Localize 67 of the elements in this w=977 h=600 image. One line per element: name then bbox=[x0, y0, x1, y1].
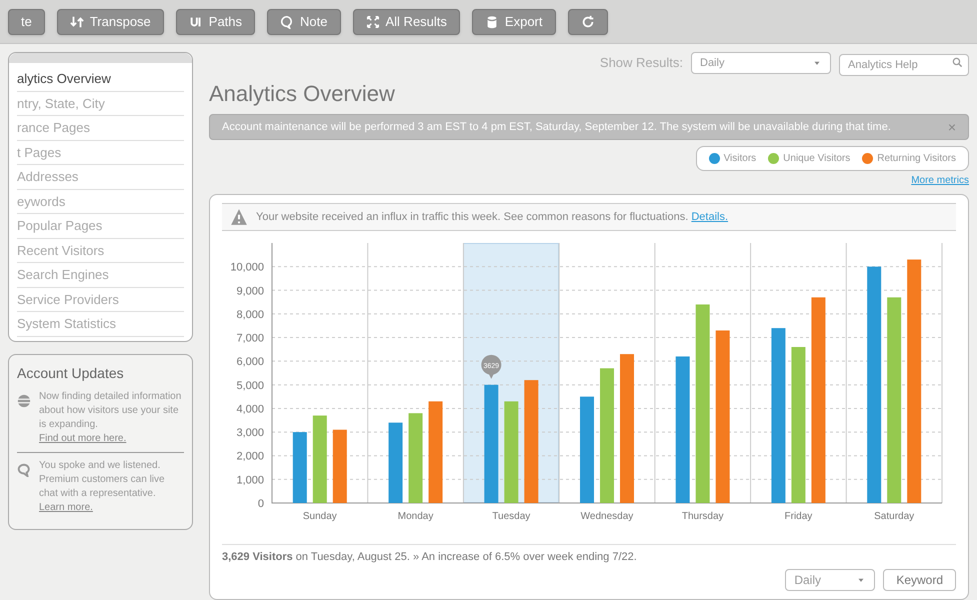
y-tick-label: 3,000 bbox=[236, 427, 264, 440]
period-dropdown[interactable]: Daily bbox=[785, 569, 876, 591]
sidebar-item[interactable]: alytics Overview bbox=[17, 67, 184, 92]
toolbar-button[interactable]: Paths bbox=[176, 8, 256, 34]
toolbar-button[interactable]: All Results bbox=[352, 8, 460, 34]
show-results-label: Show Results: bbox=[600, 54, 683, 72]
help-search-field[interactable]: Analytics Help bbox=[839, 54, 969, 76]
page-title: Analytics Overview bbox=[209, 80, 396, 108]
update-link[interactable]: Learn more. bbox=[39, 502, 93, 512]
y-tick-label: 5,000 bbox=[236, 380, 264, 392]
x-axis-label: Tuesday bbox=[492, 511, 530, 522]
speech-bubble-icon bbox=[280, 14, 294, 28]
legend-label: Unique Visitors bbox=[783, 152, 850, 166]
sidebar-item[interactable]: eywords bbox=[17, 190, 184, 214]
close-button[interactable]: × bbox=[948, 120, 956, 134]
y-tick-label: 7,000 bbox=[236, 332, 264, 345]
toolbar-button[interactable]: te bbox=[8, 8, 45, 34]
arrows-icon bbox=[70, 14, 84, 28]
sidebar-item[interactable]: Search Engines bbox=[17, 263, 184, 288]
sidebar-item[interactable]: Service Providers bbox=[17, 288, 184, 312]
database-icon bbox=[484, 14, 499, 28]
toolbar-button[interactable]: Note bbox=[267, 8, 340, 34]
update-text: Now finding detailed information about how visitors use your site is expanding. Find out more here. bbox=[39, 390, 182, 446]
legend-label: Visitors bbox=[724, 152, 756, 166]
sidebar-item[interactable]: Addresses bbox=[17, 165, 184, 190]
bar bbox=[292, 432, 307, 503]
u-shape-icon bbox=[188, 14, 203, 28]
y-tick-label: 6,000 bbox=[236, 356, 264, 368]
y-tick-label: 9,000 bbox=[236, 285, 264, 298]
toolbar-button[interactable]: Export bbox=[472, 8, 556, 34]
y-tick-label: 1,000 bbox=[236, 474, 264, 486]
update-text: You spoke and we listened. Premium customers can live chat with a representative. Learn more. bbox=[39, 458, 166, 514]
sidebar-item[interactable]: Popular Pages bbox=[17, 214, 184, 238]
x-axis-label: Friday bbox=[784, 511, 812, 522]
expand-icon bbox=[366, 14, 380, 28]
warning-icon bbox=[230, 208, 248, 226]
details-link[interactable]: Details. bbox=[691, 210, 728, 223]
refresh-icon bbox=[580, 14, 594, 28]
summary-text: 3,629 Visitors on Tuesday, August 25. » An increase of 6.5% over week ending 7/22. bbox=[222, 544, 956, 565]
x-axis-label: Wednesday bbox=[580, 511, 634, 522]
sidebar-item[interactable]: rance Pages bbox=[17, 116, 184, 140]
sidebar-item[interactable]: ntry, State, City bbox=[17, 92, 184, 116]
x-axis-label: Monday bbox=[398, 511, 434, 522]
x-axis-label: Saturday bbox=[874, 511, 914, 522]
y-tick-label: 2,000 bbox=[236, 450, 264, 463]
y-tick-label: 10,000 bbox=[230, 262, 264, 274]
search-icon bbox=[952, 57, 963, 68]
chat-icon bbox=[17, 462, 31, 476]
y-tick-label: 8,000 bbox=[236, 308, 264, 321]
toolbar-button[interactable]: Transpose bbox=[56, 8, 164, 34]
more-metrics-link[interactable]: More metrics bbox=[911, 173, 969, 188]
y-tick-label: 0 bbox=[258, 498, 264, 510]
alert-text: Your website received an influx in traffic this week. See common reasons for fluctuations. Details. bbox=[256, 210, 728, 225]
globe-icon bbox=[17, 394, 31, 408]
update-link[interactable]: Find out more here. bbox=[39, 432, 126, 444]
sidebar-item[interactable]: t Pages bbox=[17, 140, 184, 165]
x-axis-label: Thursday bbox=[682, 511, 724, 522]
legend-label: Returning Visitors bbox=[877, 152, 956, 166]
toolbar-button[interactable] bbox=[568, 8, 608, 34]
sidebar-item[interactable]: System Statistics bbox=[17, 312, 184, 336]
results-dropdown[interactable]: Daily bbox=[691, 52, 831, 74]
section-title: Account Updates bbox=[17, 364, 125, 383]
x-axis-label: Sunday bbox=[302, 511, 337, 522]
y-tick-label: 4,000 bbox=[236, 403, 264, 416]
keyword-button[interactable]: Keyword bbox=[883, 569, 956, 591]
banner-text: Account maintenance will be performed 3 am EST to 4 pm EST, Saturday, September 12. The system will be unavailable during that time. bbox=[222, 120, 891, 134]
sidebar-item[interactable]: Recent Visitors bbox=[17, 238, 184, 263]
